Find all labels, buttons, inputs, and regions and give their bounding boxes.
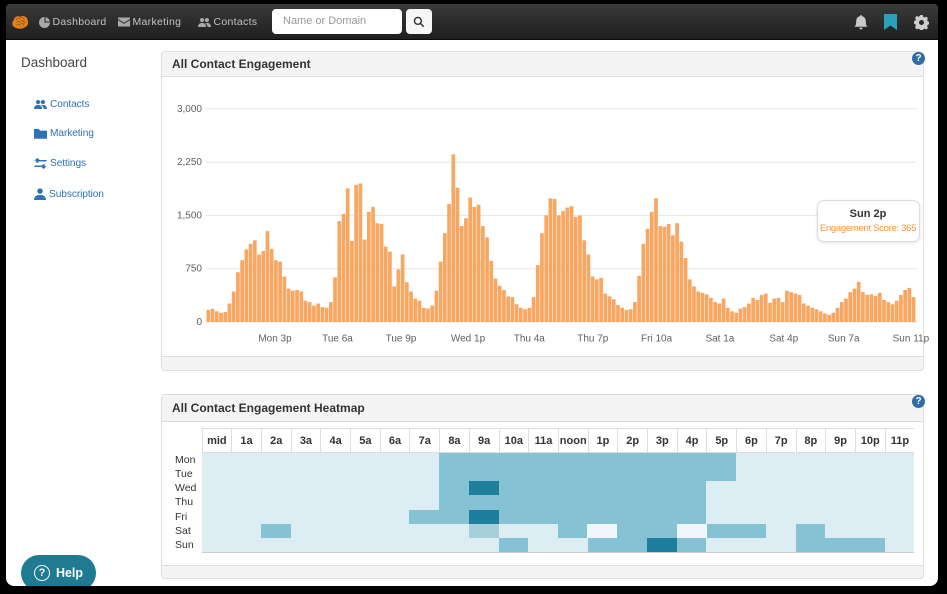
svg-text:3,000: 3,000	[177, 103, 202, 114]
svg-text:Mon 3p: Mon 3p	[258, 333, 292, 344]
svg-text:Thu 7p: Thu 7p	[577, 333, 609, 344]
svg-text:Sun 11p: Sun 11p	[893, 333, 930, 344]
svg-text:Tue 9p: Tue 9p	[386, 333, 417, 344]
svg-text:0: 0	[196, 317, 202, 328]
svg-text:Thu 4a: Thu 4a	[514, 333, 546, 344]
svg-text:750: 750	[185, 263, 202, 274]
svg-text:Sun 7a: Sun 7a	[828, 333, 860, 344]
svg-text:Fri 10a: Fri 10a	[641, 333, 673, 344]
svg-text:1,500: 1,500	[177, 210, 202, 221]
svg-text:Tue 6a: Tue 6a	[322, 333, 353, 344]
svg-text:Sat 4p: Sat 4p	[769, 333, 798, 344]
svg-text:Wed 1p: Wed 1p	[451, 333, 486, 344]
svg-text:2,250: 2,250	[177, 157, 202, 168]
svg-text:Sat 1a: Sat 1a	[705, 333, 734, 344]
